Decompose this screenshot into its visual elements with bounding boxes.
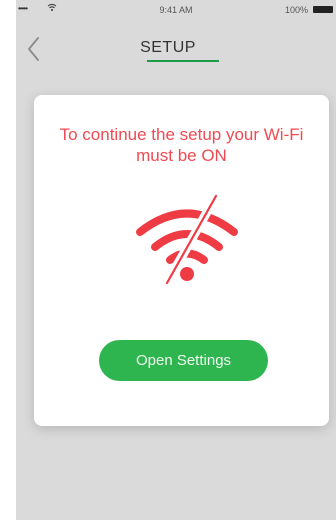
battery-icon — [313, 6, 333, 13]
page-title: SETUP — [140, 39, 196, 56]
wifi-required-modal: To continue the setup your Wi-Fi must be… — [34, 95, 329, 426]
battery-percent: 100% — [284, 5, 308, 15]
status-bar: ••••• 9:41 AM 100% — [16, 0, 336, 22]
title-underline — [147, 60, 219, 62]
wifi-off-icon — [136, 191, 238, 286]
wifi-required-message: To continue the setup your Wi-Fi must be… — [59, 125, 304, 165]
open-settings-button[interactable]: Open Settings — [99, 340, 268, 381]
phone-screen: ••••• 9:41 AM 100% SETUP To continue the… — [0, 0, 336, 520]
